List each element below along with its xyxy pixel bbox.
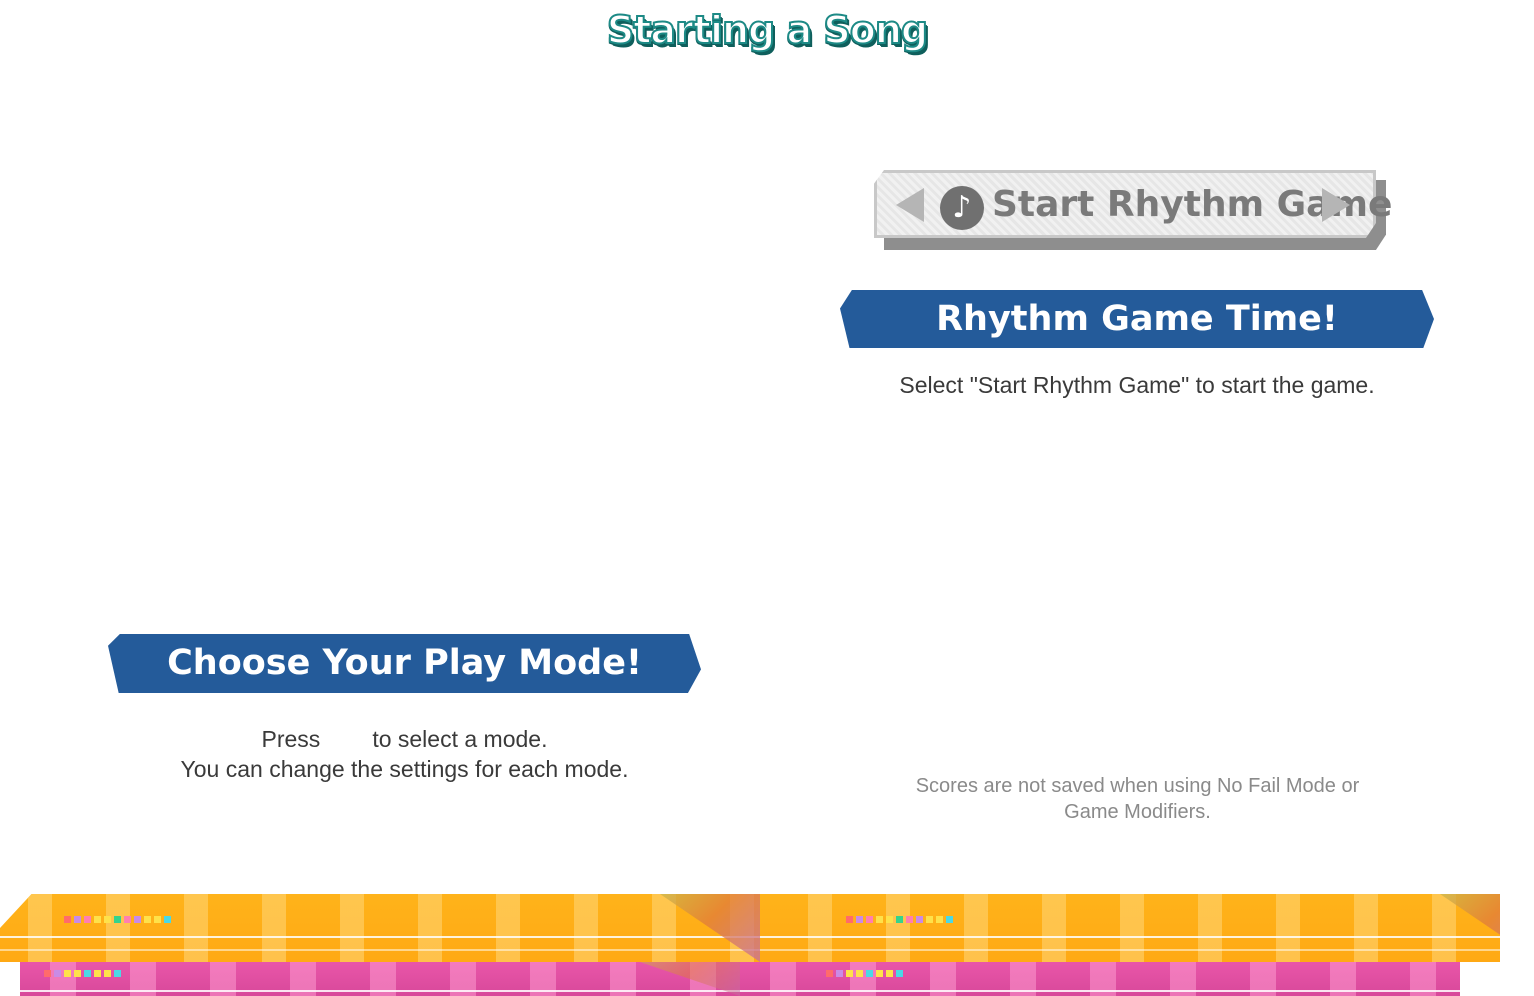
strip-dots <box>44 970 121 977</box>
arrow-right-icon <box>1322 188 1350 222</box>
page-title: Starting a Song <box>606 7 929 53</box>
start-rhythm-game-button[interactable]: ♪ Start Rhythm Game <box>874 170 1392 250</box>
rhythm-game-description: Select "Start Rhythm Game" to start the … <box>899 372 1375 398</box>
score-note-line-1: Scores are not saved when using No Fail … <box>915 775 1360 797</box>
strip-dots <box>64 916 171 923</box>
play-mode-instruction: Press to select a mode. <box>108 726 701 753</box>
play-mode-heading: Choose Your Play Mode! <box>108 634 701 693</box>
decorative-pink-strip <box>20 962 1460 996</box>
strip-line <box>20 990 1460 992</box>
strip-dots <box>826 970 903 977</box>
music-note-icon: ♪ <box>940 186 984 230</box>
strip-dots <box>846 916 953 923</box>
instruction-prefix: Press <box>261 726 321 752</box>
score-note: Scores are not saved when using No Fail … <box>880 773 1395 825</box>
decorative-orange-strip <box>0 894 1500 962</box>
rhythm-game-heading: Rhythm Game Time! <box>840 290 1434 348</box>
strip-triangle <box>1440 894 1500 962</box>
instruction-suffix: to select a mode. <box>372 726 548 752</box>
strip-triangle <box>660 894 760 962</box>
play-mode-settings-note: You can change the settings for each mod… <box>180 756 629 782</box>
score-note-line-2: Game Modifiers. <box>1064 801 1211 823</box>
arrow-left-icon <box>896 188 924 222</box>
